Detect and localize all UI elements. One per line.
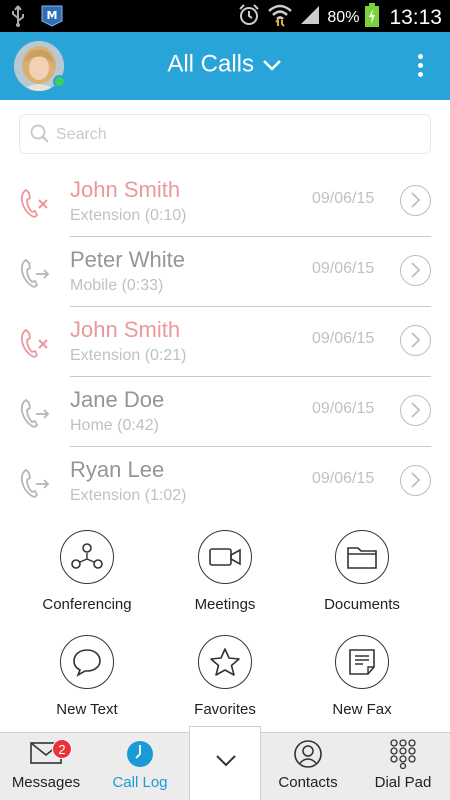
call-log-row[interactable]: Peter White Mobile (0:33) 09/06/15	[0, 237, 450, 307]
dial-pad-icon	[390, 739, 416, 774]
nav-messages[interactable]: 2 Messages	[0, 733, 92, 800]
call-detail: Extension (0:21)	[70, 347, 187, 364]
call-log-row[interactable]: Jane Doe Home (0:42) 09/06/15	[0, 377, 450, 447]
documents-action[interactable]: Documents	[287, 530, 437, 613]
chevron-down-icon	[216, 755, 236, 767]
app-notification-icon: M	[40, 5, 64, 32]
action-label: Conferencing	[42, 596, 132, 613]
nav-label: Call Log	[112, 774, 168, 791]
call-log-row[interactable]: John Smith Extension (0:21) 09/06/15	[0, 307, 450, 377]
action-label: Favorites	[194, 701, 256, 718]
action-label: New Fax	[332, 701, 392, 718]
call-details-button[interactable]	[400, 395, 431, 426]
chevron-right-icon	[411, 332, 421, 348]
call-detail: Extension (1:02)	[70, 487, 187, 504]
meetings-action[interactable]: Meetings	[150, 530, 300, 613]
call-detail: Mobile (0:33)	[70, 277, 164, 294]
call-details-button[interactable]	[400, 325, 431, 356]
call-log-row[interactable]: John Smith Extension (0:10) 09/06/15	[0, 167, 450, 237]
action-sheet: Conferencing Meetings Documents New Text…	[0, 507, 450, 732]
signal-icon	[299, 4, 321, 31]
call-details-button[interactable]	[400, 465, 431, 496]
favorites-action[interactable]: Favorites	[150, 635, 300, 718]
contact-icon	[293, 739, 323, 774]
star-icon	[210, 648, 240, 676]
collapse-sheet-button[interactable]	[189, 726, 261, 800]
caller-name: Jane Doe	[70, 387, 165, 412]
missed-call-icon	[20, 327, 52, 359]
folder-icon	[347, 547, 377, 569]
action-label: Documents	[324, 596, 400, 613]
new-text-action[interactable]: New Text	[12, 635, 162, 718]
chevron-right-icon	[411, 262, 421, 278]
nav-label: Contacts	[278, 774, 338, 791]
call-filter-dropdown[interactable]: All Calls	[0, 50, 450, 79]
outgoing-call-icon	[20, 467, 52, 499]
search-bar	[19, 114, 431, 154]
missed-call-icon	[20, 187, 52, 219]
battery-charging-icon	[365, 3, 380, 32]
outgoing-call-icon	[20, 257, 52, 289]
chevron-right-icon	[411, 472, 421, 488]
caller-name: Peter White	[70, 247, 185, 272]
nav-label: Messages	[11, 774, 81, 791]
usb-icon	[10, 5, 26, 32]
call-date: 09/06/15	[312, 190, 375, 207]
caller-name: Ryan Lee	[70, 457, 165, 482]
caller-name: John Smith	[70, 317, 181, 342]
call-date: 09/06/15	[312, 260, 375, 277]
call-date: 09/06/15	[312, 400, 375, 417]
call-detail: Home (0:42)	[70, 417, 159, 434]
wifi-icon	[267, 3, 293, 32]
call-details-button[interactable]	[400, 255, 431, 286]
outgoing-call-icon	[20, 397, 52, 429]
nav-dial-pad[interactable]: Dial Pad	[356, 733, 450, 800]
action-label: Meetings	[194, 596, 256, 613]
status-bar: M 80% 13:13	[0, 0, 450, 32]
fax-icon	[349, 649, 375, 675]
chevron-right-icon	[411, 192, 421, 208]
conferencing-icon	[71, 543, 103, 569]
svg-text:M: M	[47, 9, 58, 22]
app-header: All Calls	[0, 32, 450, 100]
chevron-right-icon	[411, 402, 421, 418]
call-date: 09/06/15	[312, 470, 375, 487]
search-icon	[30, 124, 49, 143]
call-details-button[interactable]	[400, 185, 431, 216]
nav-contacts[interactable]: Contacts	[262, 733, 354, 800]
caller-name: John Smith	[70, 177, 181, 202]
call-detail: Extension (0:10)	[70, 207, 187, 224]
speech-bubble-icon	[73, 649, 101, 677]
action-label: New Text	[56, 701, 118, 718]
new-fax-action[interactable]: New Fax	[287, 635, 437, 718]
page-title: All Calls	[167, 50, 254, 78]
chevron-down-icon	[261, 51, 283, 78]
video-camera-icon	[209, 548, 241, 566]
alarm-icon	[237, 3, 261, 32]
conferencing-action[interactable]: Conferencing	[12, 530, 162, 613]
call-date: 09/06/15	[312, 330, 375, 347]
battery-percent: 80%	[327, 8, 360, 26]
search-input[interactable]	[56, 122, 416, 148]
unread-badge: 2	[52, 739, 72, 759]
overflow-menu-icon[interactable]	[416, 54, 424, 80]
clock-icon	[125, 739, 155, 774]
nav-call-log[interactable]: Call Log	[94, 733, 186, 800]
clock: 13:13	[389, 5, 442, 29]
nav-label: Dial Pad	[374, 774, 432, 791]
